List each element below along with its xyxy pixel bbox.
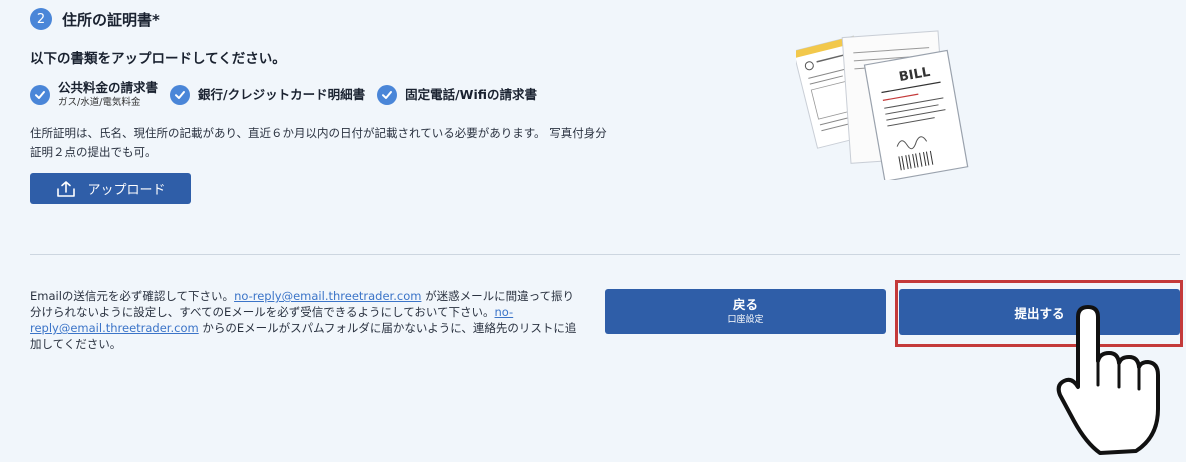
- doc-sublabel: ガス/水道/電気料金: [58, 97, 141, 108]
- doc-item-bank-statement: 銀行/クレジットカード明細書: [170, 80, 365, 110]
- section-header: 2 住所の証明書*: [30, 8, 160, 30]
- section-title: 住所の証明書*: [62, 10, 160, 29]
- doc-item-phone-bill: 固定電話/Wifiの請求書: [377, 80, 537, 110]
- back-button-label: 戻る: [732, 296, 758, 312]
- upload-button[interactable]: アップロード: [30, 173, 191, 204]
- document-type-list: 公共料金の請求書 ガス/水道/電気料金 銀行/クレジットカード明細書 固定電話/…: [30, 80, 549, 110]
- email-notice: Emailの送信元を必ず確認して下さい。no-reply@email.three…: [30, 288, 585, 352]
- doc-label: 銀行/クレジットカード明細書: [198, 87, 366, 102]
- documents-illustration: BILL: [792, 20, 976, 184]
- back-button-sublabel: 口座設定: [727, 314, 764, 325]
- check-icon: [170, 85, 191, 105]
- email-link[interactable]: no-reply@email.threetrader.com: [234, 289, 421, 303]
- doc-item-utility-bill: 公共料金の請求書 ガス/水道/電気料金: [30, 80, 158, 110]
- doc-label: 固定電話/Wifiの請求書: [405, 87, 537, 102]
- check-icon: [377, 85, 398, 105]
- upload-instruction: 以下の書類をアップロードしてください。: [30, 51, 286, 67]
- email-notice-text: Emailの送信元を必ず確認して下さい。: [30, 289, 235, 303]
- back-button[interactable]: 戻る 口座設定: [605, 289, 886, 334]
- upload-button-label: アップロード: [87, 183, 166, 198]
- upload-icon: [55, 180, 77, 198]
- check-icon: [30, 85, 50, 105]
- section-divider: [30, 254, 1180, 255]
- proof-requirement-note: 住所証明は、氏名、現住所の記載があり、直近６か月以内の日付が記載されている必要が…: [30, 126, 607, 159]
- pointing-hand-icon: [1052, 303, 1184, 462]
- step-number-badge: 2: [30, 8, 52, 30]
- doc-label: 公共料金の請求書: [58, 80, 159, 95]
